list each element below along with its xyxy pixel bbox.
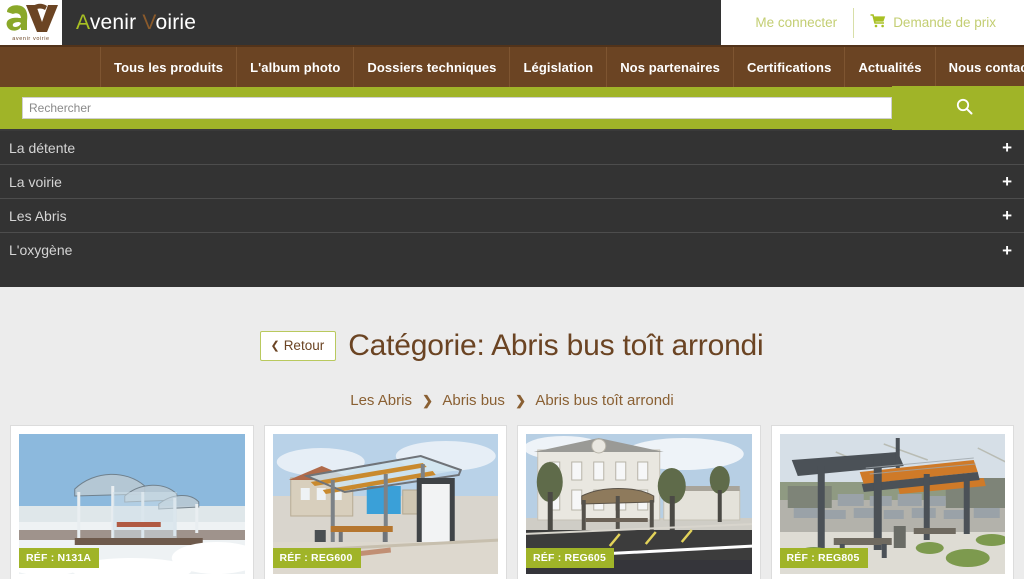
accordion-label: L'oxygène (9, 242, 73, 258)
chevron-left-icon: ❮ (270, 340, 280, 353)
category-accordion: La détente + La voirie + Les Abris + L'o… (0, 131, 1024, 287)
breadcrumb-item-3: Abris bus toît arrondi (535, 392, 674, 410)
accordion-item-les-abris[interactable]: Les Abris + (0, 199, 1024, 233)
product-reference-badge: RÉF : REG600 (272, 548, 361, 569)
login-label: Me connecter (755, 15, 838, 30)
nav-label: Législation (523, 59, 594, 75)
accordion-item-la-detente[interactable]: La détente + (0, 131, 1024, 165)
brand-block[interactable]: avenir voirie Avenir Voirie (0, 0, 217, 45)
product-image[interactable]: RÉF : N131A (19, 434, 245, 575)
search-bar (0, 86, 1024, 131)
product-actions: 1 Ajouter (19, 574, 245, 579)
page-title: Catégorie: Abris bus toît arrondi (348, 329, 764, 363)
product-reference-badge: RÉF : REG805 (779, 548, 868, 569)
main-content: ❮ Retour Catégorie: Abris bus toît arron… (0, 287, 1024, 579)
nav-item-dossiers-techniques[interactable]: Dossiers techniques (354, 47, 511, 87)
nav-item-nous-contacter[interactable]: Nous contacter (936, 47, 1024, 87)
quote-request-label: Demande de prix (893, 15, 996, 30)
nav-label: Certifications (746, 59, 832, 75)
nav-item-nos-partenaires[interactable]: Nos partenaires (607, 47, 734, 87)
quote-request-link[interactable]: Demande de prix (854, 14, 1012, 31)
nav-label: Nos partenaires (620, 59, 720, 75)
nav-label: L'album photo (250, 59, 341, 75)
accordion-item-loxygene[interactable]: L'oxygène + (0, 233, 1024, 267)
accordion-label: La voirie (9, 173, 62, 190)
search-button[interactable] (892, 86, 1024, 130)
plus-icon[interactable]: + (1002, 242, 1014, 259)
product-card[interactable]: RÉF : REG605 1 Ajouter (517, 425, 761, 579)
login-link[interactable]: Me connecter (739, 15, 853, 30)
product-image[interactable]: RÉF : REG605 (526, 434, 752, 575)
breadcrumb-separator-icon: ❯ (515, 393, 526, 409)
brand-word-voirie: oirie (155, 10, 197, 34)
plus-icon[interactable]: + (1002, 173, 1014, 190)
main-navigation: Tous les produits L'album photo Dossiers… (0, 45, 1024, 87)
svg-text:avenir voirie: avenir voirie (12, 36, 49, 42)
accordion-label: Les Abris (9, 207, 67, 224)
nav-label: Actualités (858, 59, 922, 75)
nav-item-certifications[interactable]: Certifications (734, 47, 846, 87)
nav-label: Tous les produits (114, 59, 224, 75)
product-card[interactable]: RÉF : N131A 1 Ajouter (10, 425, 254, 579)
accordion-item-la-voirie[interactable]: La voirie + (0, 165, 1024, 199)
product-actions: 1 Ajouter (273, 574, 499, 579)
brand-name[interactable]: Avenir Voirie (62, 0, 217, 45)
nav-item-album-photo[interactable]: L'album photo (237, 47, 355, 87)
site-logo[interactable]: avenir voirie (0, 0, 62, 45)
product-actions: 1 Ajouter (780, 574, 1006, 579)
header-actions: Me connecter Demande de prix (721, 0, 1024, 45)
search-input[interactable] (22, 97, 892, 119)
breadcrumb-item-1[interactable]: Les Abris (350, 392, 412, 409)
page-header: ❮ Retour Catégorie: Abris bus toît arron… (0, 309, 1024, 383)
header-filler (216, 0, 722, 45)
search-icon (956, 98, 973, 118)
brand-letter-a: A (76, 10, 90, 34)
back-button-label: Retour (283, 338, 325, 354)
plus-icon[interactable]: + (1002, 139, 1014, 156)
breadcrumb-item-2[interactable]: Abris bus (442, 392, 505, 409)
brand-word-avenir: venir (89, 10, 143, 34)
avenir-voirie-logo-icon: avenir voirie (3, 2, 59, 44)
product-image[interactable]: RÉF : REG600 (272, 434, 498, 575)
product-reference-badge: RÉF : N131A (19, 548, 100, 569)
top-header: avenir voirie Avenir Voirie Me connecter… (0, 0, 1024, 45)
product-card[interactable]: RÉF : REG600 1 Ajouter (263, 425, 507, 579)
breadcrumb: Les Abris ❯ Abris bus ❯ Abris bus toît a… (0, 392, 1024, 409)
brand-letter-v: V (142, 10, 156, 34)
back-button[interactable]: ❮ Retour (260, 331, 337, 362)
product-reference-badge: RÉF : REG605 (526, 548, 615, 569)
product-grid: RÉF : N131A 1 Ajouter (0, 409, 1024, 579)
product-actions: 1 Ajouter (526, 574, 752, 579)
nav-item-actualites[interactable]: Actualités (845, 47, 936, 87)
nav-label: Dossiers techniques (367, 59, 497, 75)
cart-icon (870, 14, 886, 31)
nav-label: Nous contacter (948, 59, 1024, 75)
breadcrumb-separator-icon: ❯ (422, 393, 434, 409)
brand-title: Avenir Voirie (76, 11, 196, 35)
product-card[interactable]: RÉF : REG805 1 Ajouter (770, 425, 1014, 579)
nav-item-tous-les-produits[interactable]: Tous les produits (100, 47, 238, 87)
product-image[interactable]: RÉF : REG805 (779, 434, 1005, 575)
accordion-label: La détente (9, 139, 76, 156)
nav-item-legislation[interactable]: Législation (510, 47, 608, 87)
plus-icon[interactable]: + (1002, 207, 1014, 224)
